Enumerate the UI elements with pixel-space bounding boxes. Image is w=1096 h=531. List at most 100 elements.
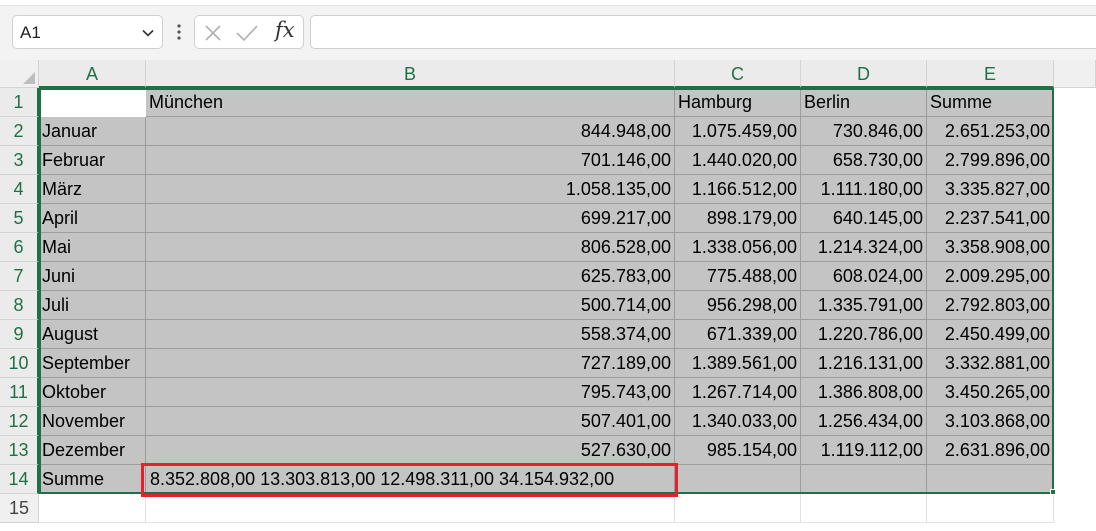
cell-a2[interactable]: Januar [39,117,146,146]
select-all-corner[interactable] [0,60,39,88]
cell-e14[interactable] [927,465,1054,494]
row-header-15[interactable]: 15 [0,494,39,523]
fill-handle[interactable] [1050,489,1056,495]
cell-d9[interactable]: 1.220.786,00 [801,320,927,349]
cancel-icon[interactable] [203,23,223,43]
cell-e9[interactable]: 2.450.499,00 [927,320,1054,349]
cell-a6[interactable]: Mai [39,233,146,262]
row-header-8[interactable]: 8 [0,291,39,320]
cell-b11[interactable]: 795.743,00 [146,378,675,407]
row-header-11[interactable]: 11 [0,378,39,407]
cell-a11[interactable]: Oktober [39,378,146,407]
cell-e10[interactable]: 3.332.881,00 [927,349,1054,378]
cell-a8[interactable]: Juli [39,291,146,320]
cell-a12[interactable]: November [39,407,146,436]
cell-c14[interactable] [675,465,801,494]
cell-c11[interactable]: 1.267.714,00 [675,378,801,407]
cell-b8[interactable]: 500.714,00 [146,291,675,320]
cell-c10[interactable]: 1.389.561,00 [675,349,801,378]
cell-c8[interactable]: 956.298,00 [675,291,801,320]
column-header-c[interactable]: C [675,60,801,88]
column-header-f[interactable] [1054,60,1096,88]
cell-e1[interactable]: Summe [927,88,1054,117]
cell-e12[interactable]: 3.103.868,00 [927,407,1054,436]
column-header-e[interactable]: E [927,60,1054,88]
cell-a4[interactable]: März [39,175,146,204]
row-header-4[interactable]: 4 [0,175,39,204]
row-header-2[interactable]: 2 [0,117,39,146]
cell-e11[interactable]: 3.450.265,00 [927,378,1054,407]
cell-d5[interactable]: 640.145,00 [801,204,927,233]
cell-e4[interactable]: 3.335.827,00 [927,175,1054,204]
cell-b6[interactable]: 806.528,00 [146,233,675,262]
cell-e7[interactable]: 2.009.295,00 [927,262,1054,291]
row-header-5[interactable]: 5 [0,204,39,233]
chevron-down-icon[interactable] [141,26,155,40]
cell-b12[interactable]: 507.401,00 [146,407,675,436]
row-header-14[interactable]: 14 [0,465,39,494]
cell-a3[interactable]: Februar [39,146,146,175]
cell-c12[interactable]: 1.340.033,00 [675,407,801,436]
cell-a7[interactable]: Juni [39,262,146,291]
cell-e15[interactable] [927,494,1054,523]
more-options-icon[interactable] [172,20,186,44]
enter-check-icon[interactable] [235,23,259,43]
cell-d4[interactable]: 1.111.180,00 [801,175,927,204]
name-box[interactable]: A1 [12,15,163,49]
cell-d1[interactable]: Berlin [801,88,927,117]
cell-c15[interactable] [675,494,801,523]
cell-b14[interactable]: 8.352.808,00 13.303.813,00 12.498.311,00… [146,465,675,494]
cell-a14[interactable]: Summe [39,465,146,494]
row-header-7[interactable]: 7 [0,262,39,291]
cell-b13[interactable]: 527.630,00 [146,436,675,465]
cell-d11[interactable]: 1.386.808,00 [801,378,927,407]
cell-b1[interactable]: München [146,88,675,117]
cell-c4[interactable]: 1.166.512,00 [675,175,801,204]
row-header-9[interactable]: 9 [0,320,39,349]
cell-d10[interactable]: 1.216.131,00 [801,349,927,378]
cell-b15[interactable] [146,494,675,523]
column-header-d[interactable]: D [801,60,927,88]
cell-a15[interactable] [39,494,146,523]
cell-b5[interactable]: 699.217,00 [146,204,675,233]
cell-e6[interactable]: 3.358.908,00 [927,233,1054,262]
cell-c1[interactable]: Hamburg [675,88,801,117]
cell-a10[interactable]: September [39,349,146,378]
cell-d12[interactable]: 1.256.434,00 [801,407,927,436]
cell-c3[interactable]: 1.440.020,00 [675,146,801,175]
cell-d14[interactable] [801,465,927,494]
column-header-b[interactable]: B [146,60,675,88]
formula-input[interactable] [310,15,1096,49]
cell-b10[interactable]: 727.189,00 [146,349,675,378]
cell-c7[interactable]: 775.488,00 [675,262,801,291]
cell-e5[interactable]: 2.237.541,00 [927,204,1054,233]
cell-d13[interactable]: 1.119.112,00 [801,436,927,465]
cell-a5[interactable]: April [39,204,146,233]
cell-c6[interactable]: 1.338.056,00 [675,233,801,262]
cell-c2[interactable]: 1.075.459,00 [675,117,801,146]
row-header-1[interactable]: 1 [0,88,39,117]
row-header-6[interactable]: 6 [0,233,39,262]
cell-d3[interactable]: 658.730,00 [801,146,927,175]
column-header-a[interactable]: A [39,60,146,88]
insert-function-button[interactable]: fx [275,18,295,42]
cell-b3[interactable]: 701.146,00 [146,146,675,175]
row-header-12[interactable]: 12 [0,407,39,436]
cell-b2[interactable]: 844.948,00 [146,117,675,146]
row-header-13[interactable]: 13 [0,436,39,465]
cell-d8[interactable]: 1.335.791,00 [801,291,927,320]
cell-a9[interactable]: August [39,320,146,349]
cell-e13[interactable]: 2.631.896,00 [927,436,1054,465]
cell-a1[interactable] [39,88,146,117]
cell-c9[interactable]: 671.339,00 [675,320,801,349]
row-header-10[interactable]: 10 [0,349,39,378]
cell-e8[interactable]: 2.792.803,00 [927,291,1054,320]
cell-a13[interactable]: Dezember [39,436,146,465]
cell-d6[interactable]: 1.214.324,00 [801,233,927,262]
cell-c5[interactable]: 898.179,00 [675,204,801,233]
cell-e2[interactable]: 2.651.253,00 [927,117,1054,146]
cell-c13[interactable]: 985.154,00 [675,436,801,465]
cell-d15[interactable] [801,494,927,523]
cell-d2[interactable]: 730.846,00 [801,117,927,146]
cell-b9[interactable]: 558.374,00 [146,320,675,349]
